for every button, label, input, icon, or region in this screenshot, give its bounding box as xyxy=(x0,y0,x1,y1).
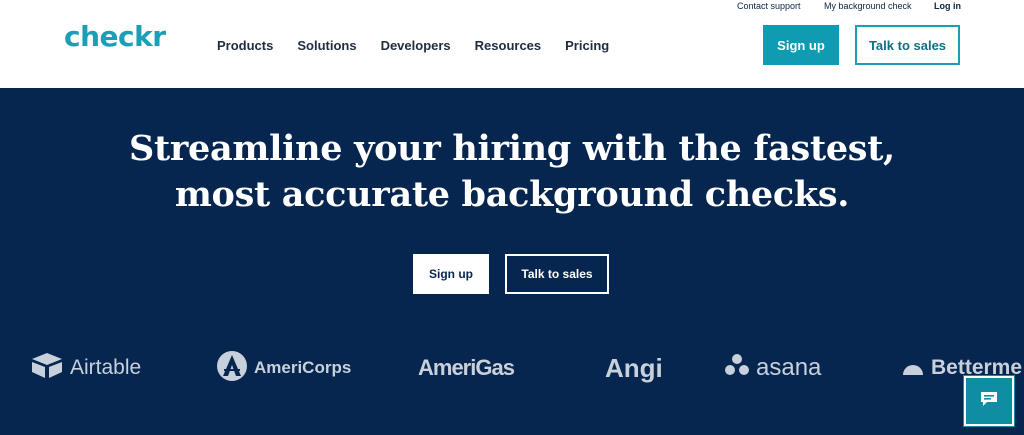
contact-support-link[interactable]: Contact support xyxy=(737,1,801,11)
nav-item-products[interactable]: Products xyxy=(217,38,273,53)
logo-amerigas: AmeriGas xyxy=(418,355,515,380)
log-in-link[interactable]: Log in xyxy=(934,1,961,11)
hero-headline-line1: Streamline your hiring with the fastest, xyxy=(129,128,895,169)
hero-headline-line2: most accurate background checks. xyxy=(174,174,850,215)
checkr-logo[interactable]: checkr xyxy=(64,20,166,53)
main-nav: Products Solutions Developers Resources … xyxy=(217,38,633,53)
logo-angi: Angi xyxy=(605,352,663,383)
logo-asana: asana xyxy=(724,350,821,386)
header-sign-up-button[interactable]: Sign up xyxy=(763,25,839,65)
logo-americorps: AmeriCorps xyxy=(216,350,351,386)
chat-bubble-icon xyxy=(980,391,998,412)
airtable-icon xyxy=(30,351,64,385)
logo-airtable: Airtable xyxy=(30,350,141,386)
nav-item-solutions[interactable]: Solutions xyxy=(297,38,356,53)
asana-icon xyxy=(724,353,750,384)
site-header: Contact support My background check Log … xyxy=(0,0,1024,88)
hero-sign-up-button[interactable]: Sign up xyxy=(413,254,489,294)
hero-talk-to-sales-button[interactable]: Talk to sales xyxy=(505,254,609,294)
header-talk-to-sales-button[interactable]: Talk to sales xyxy=(855,25,960,65)
chat-widget-button[interactable] xyxy=(963,375,1015,427)
americorps-icon xyxy=(216,350,248,387)
hero-headline: Streamline your hiring with the fastest,… xyxy=(0,126,1024,218)
hero-section: Streamline your hiring with the fastest,… xyxy=(0,88,1024,435)
my-background-check-link[interactable]: My background check xyxy=(824,1,912,11)
nav-item-developers[interactable]: Developers xyxy=(381,38,451,53)
customer-logos: Airtable AmeriCorps AmeriGas Angi asana … xyxy=(0,350,1024,390)
nav-item-resources[interactable]: Resources xyxy=(475,38,541,53)
nav-item-pricing[interactable]: Pricing xyxy=(565,38,609,53)
betterment-icon xyxy=(901,355,925,381)
